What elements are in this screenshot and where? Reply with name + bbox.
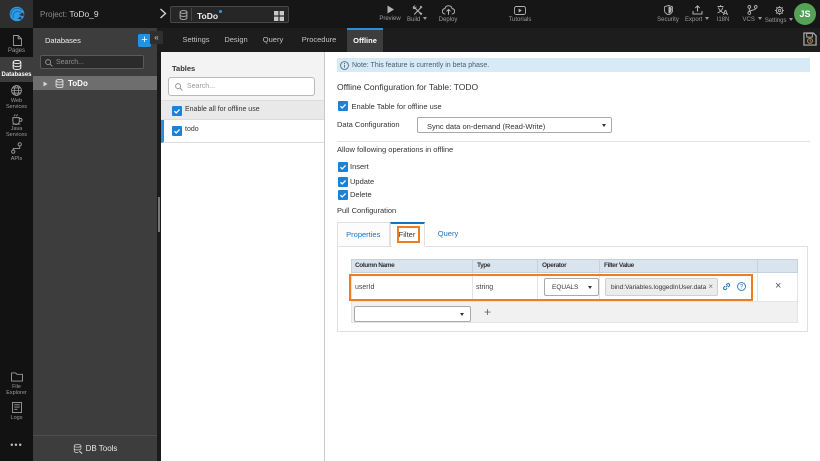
svg-text:A: A <box>723 8 729 15</box>
